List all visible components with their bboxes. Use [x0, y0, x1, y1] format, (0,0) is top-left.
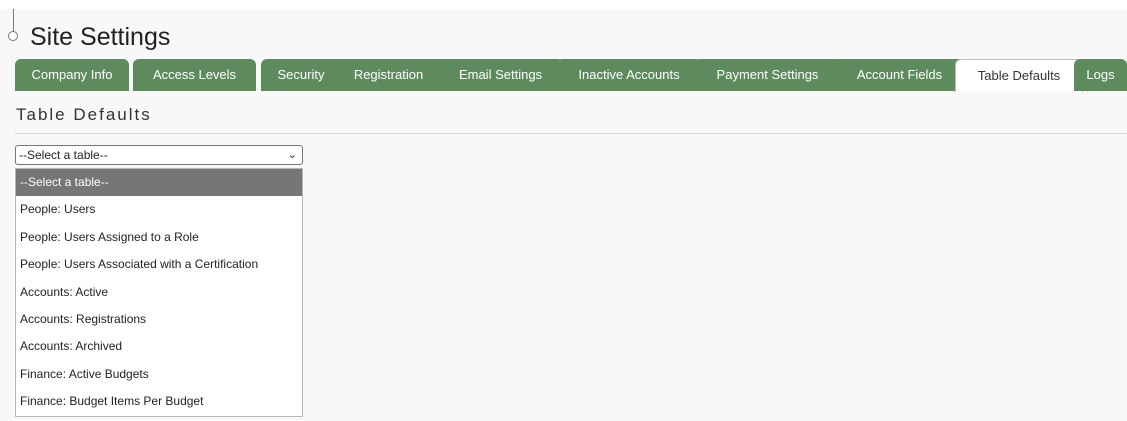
tab-inactive-accounts[interactable]: Inactive Accounts — [556, 59, 702, 91]
header-circle-decoration — [8, 31, 18, 41]
tab-email-settings[interactable]: Email Settings — [437, 59, 564, 91]
tab-payment-settings[interactable]: Payment Settings — [694, 59, 841, 91]
page-title: Site Settings — [30, 23, 171, 51]
table-select-value: --Select a table-- — [19, 148, 108, 162]
tab-table-defaults[interactable]: Table Defaults — [955, 59, 1083, 92]
tab-registration[interactable]: Registration — [330, 59, 447, 91]
dropdown-option[interactable]: Finance: Active Budgets — [16, 361, 302, 388]
dropdown-option[interactable]: Accounts: Active — [16, 279, 302, 306]
tab-company-info[interactable]: Company Info — [15, 59, 129, 91]
section-divider — [15, 133, 1127, 134]
tab-access-levels[interactable]: Access Levels — [133, 59, 256, 91]
tab-security[interactable]: Security — [261, 59, 341, 91]
header-line-decoration — [13, 9, 14, 31]
tab-account-fields[interactable]: Account Fields — [832, 59, 967, 91]
dropdown-option[interactable]: Accounts: Registrations — [16, 306, 302, 333]
dropdown-option[interactable]: Finance: Budget Items Per Budget — [16, 388, 302, 415]
settings-tabs: Company Info Access Levels Security Regi… — [15, 59, 1127, 92]
table-select[interactable]: --Select a table-- ⌄ — [15, 145, 303, 165]
dropdown-option[interactable]: People: Users — [16, 196, 302, 223]
dropdown-option[interactable]: Accounts: Archived — [16, 333, 302, 360]
section-title: Table Defaults — [16, 105, 152, 124]
chevron-down-icon: ⌄ — [287, 149, 297, 161]
dropdown-option[interactable]: People: Users Assigned to a Role — [16, 224, 302, 251]
table-select-dropdown: --Select a table-- People: Users People:… — [15, 168, 303, 417]
dropdown-option[interactable]: --Select a table-- — [16, 169, 302, 197]
dropdown-option[interactable]: People: Users Associated with a Certific… — [16, 251, 302, 278]
tab-logs[interactable]: Logs — [1074, 59, 1127, 91]
